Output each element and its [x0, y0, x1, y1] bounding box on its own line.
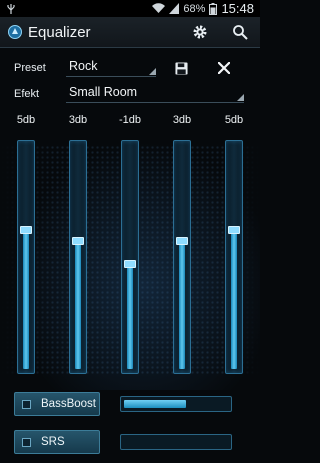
srs-checkbox[interactable]: [22, 437, 31, 447]
search-icon: [233, 25, 248, 40]
preset-row: Preset Rock: [0, 57, 260, 79]
band-2-slider-thumb[interactable]: [72, 237, 84, 245]
band-5-slider-thumb[interactable]: [228, 226, 240, 234]
signal-icon: [169, 3, 180, 14]
band-5-slider-fill: [231, 230, 237, 369]
battery-percent: 68%: [183, 2, 206, 15]
search-button[interactable]: [220, 17, 260, 47]
effect-label: Efekt: [14, 88, 40, 100]
clock: 15:48: [221, 1, 254, 16]
preset-value: Rock: [69, 59, 98, 73]
settings-button[interactable]: [180, 17, 220, 47]
srs-toggle[interactable]: SRS: [14, 430, 100, 454]
bassboost-checkbox[interactable]: [22, 399, 31, 409]
action-bar: Equalizer: [0, 17, 260, 48]
band-4-slider-thumb[interactable]: [176, 237, 188, 245]
band-3-label: -1db: [118, 114, 142, 126]
bassboost-strength-fill: [124, 400, 186, 408]
band-1-slider[interactable]: [17, 140, 35, 374]
bassboost-toggle[interactable]: BassBoost: [14, 392, 100, 416]
floppy-save-icon: [174, 61, 188, 75]
app-logo-icon: [8, 25, 22, 39]
delete-preset-button[interactable]: [214, 58, 234, 78]
app-title: Equalizer: [28, 23, 91, 41]
band-1-label: 5db: [16, 114, 36, 126]
srs-label: SRS: [41, 436, 65, 448]
band-2-label: 3db: [68, 114, 88, 126]
band-4-slider[interactable]: [173, 140, 191, 374]
preset-label: Preset: [14, 62, 46, 74]
settings-gear-icon: [193, 25, 207, 39]
band-5-label: 5db: [224, 114, 244, 126]
bassboost-strength-bar[interactable]: [120, 396, 232, 412]
bassboost-label: BassBoost: [41, 398, 96, 410]
band-3-slider[interactable]: [121, 140, 139, 374]
effect-value: Small Room: [69, 85, 138, 99]
preset-select[interactable]: Rock: [66, 59, 156, 77]
usb-icon: [7, 3, 15, 14]
save-preset-button[interactable]: [172, 59, 190, 77]
srs-strength-bar[interactable]: [120, 434, 232, 450]
band-2-slider-fill: [75, 241, 81, 369]
band-2-slider[interactable]: [69, 140, 87, 374]
effect-select[interactable]: Small Room: [66, 85, 244, 103]
band-3-slider-thumb[interactable]: [124, 260, 136, 268]
band-4-label: 3db: [172, 114, 192, 126]
band-5-slider[interactable]: [225, 140, 243, 374]
band-4-slider-fill: [179, 241, 185, 369]
band-3-slider-fill: [127, 264, 133, 369]
status-bar: 68% 15:48: [0, 0, 260, 17]
close-icon: [218, 62, 230, 74]
wifi-icon: [152, 3, 166, 14]
effect-row: Efekt Small Room: [0, 83, 260, 105]
effect-dropdown-caret-icon: [237, 94, 244, 101]
band-1-slider-thumb[interactable]: [20, 226, 32, 234]
battery-icon: [209, 2, 218, 15]
band-1-slider-fill: [23, 230, 29, 369]
preset-dropdown-caret-icon: [149, 68, 156, 75]
